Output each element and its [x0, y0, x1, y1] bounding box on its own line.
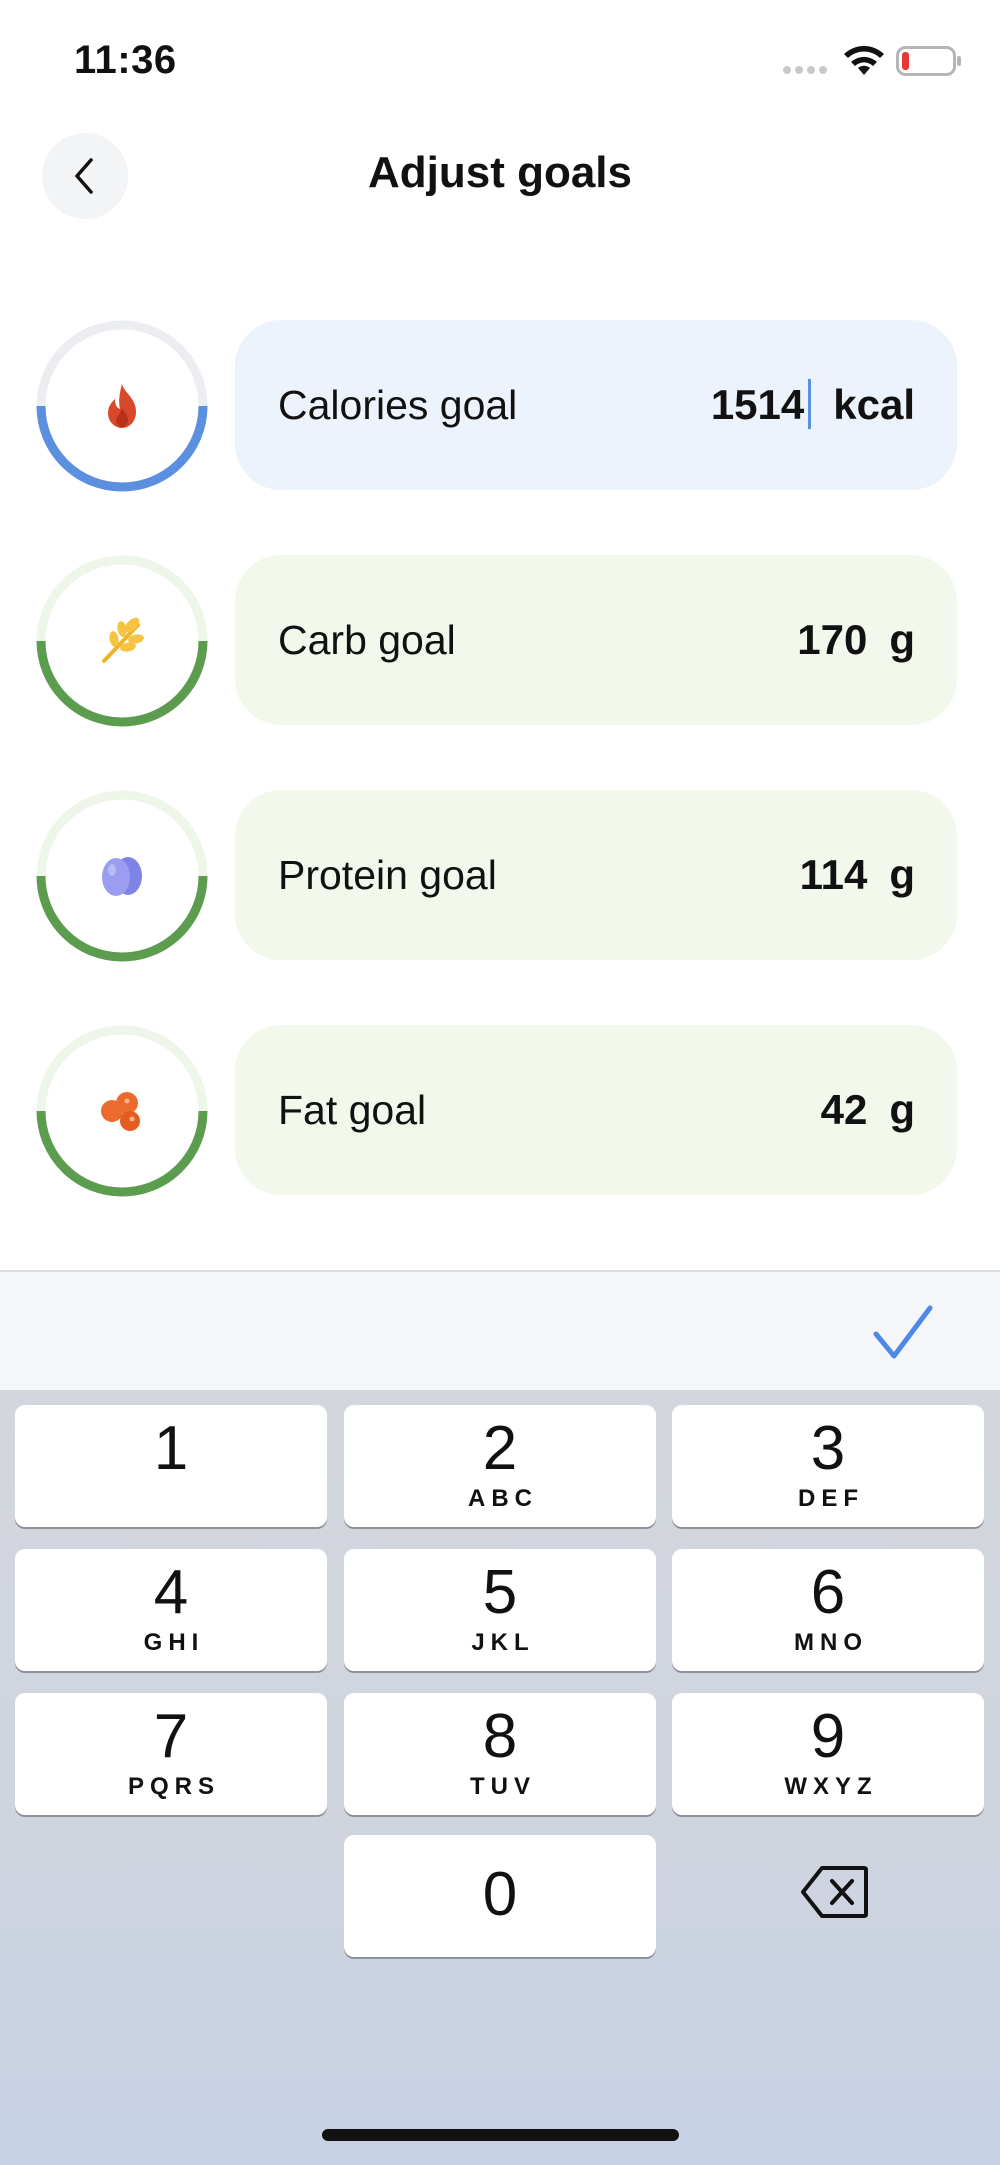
key-digit: 7	[153, 1702, 189, 1771]
goal-label: Calories goal	[278, 381, 518, 428]
key-2[interactable]: 2 ABC	[344, 1405, 656, 1527]
goal-row-fat: Fat goal 42 g	[0, 1025, 1000, 1197]
key-letters: DEF	[798, 1485, 864, 1512]
backspace-icon[interactable]	[800, 1864, 870, 1920]
checkmark-icon[interactable]	[872, 1304, 934, 1362]
key-digit: 9	[810, 1702, 846, 1771]
fat-goal-card[interactable]: Fat goal 42 g	[235, 1025, 957, 1195]
key-digit: 4	[153, 1558, 189, 1627]
fat-progress-ring	[36, 1025, 208, 1197]
key-1[interactable]: 1	[15, 1405, 327, 1527]
wifi-icon	[844, 46, 884, 75]
goal-unit: kcal	[833, 381, 915, 428]
status-bar: 11:36	[0, 0, 1000, 110]
key-digit: 6	[810, 1558, 846, 1627]
key-6[interactable]: 6 MNO	[672, 1549, 984, 1671]
carb-goal-card[interactable]: Carb goal 170 g	[235, 555, 957, 725]
goal-label: Protein goal	[278, 851, 497, 898]
key-letters: TUV	[470, 1773, 536, 1800]
key-9[interactable]: 9 WXYZ	[672, 1693, 984, 1815]
key-letters: ABC	[468, 1485, 538, 1512]
key-digit: 8	[482, 1702, 518, 1771]
key-digit: 1	[153, 1414, 189, 1483]
key-5[interactable]: 5 JKL	[344, 1549, 656, 1671]
key-letters: GHI	[143, 1629, 205, 1656]
cellular-signal-icon	[783, 66, 827, 74]
battery-low-icon	[896, 46, 961, 76]
goal-unit: g	[889, 616, 915, 663]
key-7[interactable]: 7 PQRS	[15, 1693, 327, 1815]
key-digit: 3	[810, 1414, 846, 1483]
calories-goal-input[interactable]: 1514	[711, 379, 812, 430]
key-digit: 5	[482, 1558, 518, 1627]
goal-unit: g	[889, 1086, 915, 1133]
fat-goal-input[interactable]: 42	[821, 1086, 868, 1134]
key-letters: WXYZ	[784, 1773, 878, 1800]
home-indicator	[322, 2129, 679, 2141]
protein-progress-ring	[36, 790, 208, 962]
key-digit: 2	[482, 1414, 518, 1483]
key-letters: JKL	[471, 1629, 535, 1656]
protein-goal-card[interactable]: Protein goal 114 g	[235, 790, 957, 960]
key-8[interactable]: 8 TUV	[344, 1693, 656, 1815]
key-letters: PQRS	[127, 1773, 220, 1800]
wheat-icon	[102, 617, 144, 663]
fire-icon	[108, 384, 136, 428]
key-0[interactable]: 0	[344, 1835, 656, 1957]
carb-progress-ring	[36, 555, 208, 727]
status-time: 11:36	[74, 38, 177, 82]
goal-row-carb: Carb goal 170 g	[0, 555, 1000, 727]
nuts-icon	[101, 1092, 140, 1131]
eggs-icon	[102, 857, 142, 896]
protein-goal-input[interactable]: 114	[800, 851, 868, 899]
goal-row-protein: Protein goal 114 g	[0, 790, 1000, 962]
carb-goal-input[interactable]: 170	[797, 616, 867, 664]
keyboard-accessory-bar	[0, 1270, 1000, 1390]
key-3[interactable]: 3 DEF	[672, 1405, 984, 1527]
goal-label: Carb goal	[278, 616, 456, 663]
text-caret	[808, 379, 812, 430]
calories-goal-card[interactable]: Calories goal 1514 kcal	[235, 320, 957, 490]
key-4[interactable]: 4 GHI	[15, 1549, 327, 1671]
goal-row-calories: Calories goal 1514 kcal	[0, 320, 1000, 492]
page-title: Adjust goals	[367, 148, 633, 197]
goal-label: Fat goal	[278, 1086, 427, 1133]
key-digit: 0	[482, 1860, 518, 1929]
key-letters: MNO	[794, 1629, 868, 1656]
goal-unit: g	[889, 851, 915, 898]
calories-progress-ring	[36, 320, 208, 492]
